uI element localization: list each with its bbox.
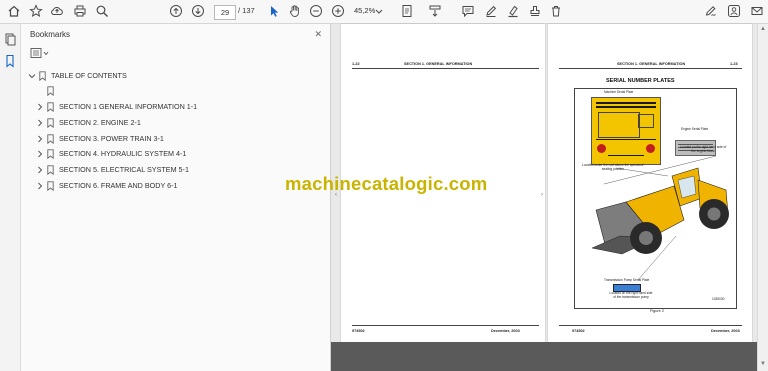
bookmark-icon: [39, 70, 46, 81]
zoom-out-icon[interactable]: [309, 4, 323, 18]
page-total-label: / 137: [238, 6, 255, 15]
chevron-right-icon[interactable]: [36, 135, 44, 143]
bookmark-icon: [47, 133, 54, 144]
vertical-scrollbar[interactable]: ▲ ▼: [757, 24, 768, 371]
scroll-up-icon[interactable]: ▲: [760, 26, 766, 32]
fit-page-icon[interactable]: [400, 4, 414, 18]
bookmark-item-section-6[interactable]: SECTION 6. FRAME AND BODY 6-1: [36, 179, 178, 192]
next-page-preview: [331, 342, 757, 371]
bookmark-item-section-5[interactable]: SECTION 5. ELECTRICAL SYSTEM 5-1: [36, 163, 189, 176]
delete-icon[interactable]: [549, 4, 563, 18]
bookmark-label: TABLE OF CONTENTS: [51, 71, 127, 80]
upload-icon[interactable]: [50, 4, 64, 18]
bookmark-icon: [47, 164, 54, 175]
bookmark-item-section-2[interactable]: SECTION 2. ENGINE 2-1: [36, 116, 141, 129]
scroll-down-icon[interactable]: ▼: [760, 361, 766, 367]
bookmark-item-section-3[interactable]: SECTION 3. POWER TRAIN 3-1: [36, 132, 164, 145]
bookmark-label: SECTION 3. POWER TRAIN 3-1: [59, 134, 164, 143]
comment-icon[interactable]: [461, 4, 475, 18]
page-thumbnails-icon[interactable]: [3, 32, 17, 46]
main-toolbar: 29 / 137 45,2%: [0, 0, 768, 24]
watermark-text: machinecatalogic.com: [285, 173, 488, 194]
zoom-level-select[interactable]: 45,2%: [354, 6, 375, 15]
bookmark-icon: [47, 101, 54, 112]
bookmark-options-icon[interactable]: [30, 46, 52, 58]
bookmark-label: SECTION 1 GENERAL INFORMATION 1-1: [59, 102, 198, 111]
chevron-down-icon[interactable]: [28, 72, 36, 80]
bookmark-item-blank[interactable]: [47, 84, 59, 97]
section-header: SECTION 1. GENERAL INFORMATION: [617, 62, 686, 66]
pump-plate-location-line-2: of the transmission pump: [613, 295, 649, 299]
bookmark-label: SECTION 2. ENGINE 2-1: [59, 118, 141, 127]
footer-date: December, 2003: [491, 329, 520, 333]
page-nav-arrow-icon[interactable]: ›: [541, 192, 543, 198]
chevron-right-icon[interactable]: [36, 182, 44, 190]
chevron-right-icon[interactable]: [36, 119, 44, 127]
engine-plate-label: Engine Serial Plate: [681, 127, 709, 131]
stamp-icon[interactable]: [528, 4, 542, 18]
machine-plate-label: Machine Serial Plate: [604, 90, 634, 94]
page-up-icon[interactable]: [169, 4, 183, 18]
hand-icon[interactable]: [288, 4, 302, 18]
bookmark-item-section-4[interactable]: SECTION 4. HYDRAULIC SYSTEM 4-1: [36, 147, 186, 160]
bookmarks-panel-icon[interactable]: [3, 54, 17, 68]
navigation-rail: [0, 24, 21, 371]
bookmark-icon: [47, 180, 54, 191]
footer-rule: [352, 325, 539, 326]
select-cursor-icon[interactable]: [267, 4, 281, 18]
page-title: SERIAL NUMBER PLATES: [606, 78, 675, 84]
bookmark-icon: [47, 85, 54, 96]
page-number: 1-22: [352, 62, 360, 66]
footer-doc-number: 974502: [572, 329, 585, 333]
wheel-loader-illustration: [591, 155, 729, 280]
footer-doc-number: 974502: [352, 329, 365, 333]
pen-icon[interactable]: [484, 4, 498, 18]
bookmark-label: SECTION 5. ELECTRICAL SYSTEM 5-1: [59, 165, 189, 174]
header-rule: [352, 68, 539, 69]
zoom-search-icon[interactable]: [95, 4, 109, 18]
account-icon[interactable]: [727, 4, 741, 18]
bookmark-item-toc[interactable]: TABLE OF CONTENTS: [28, 69, 127, 82]
chevron-right-icon[interactable]: [36, 166, 44, 174]
bookmark-item-section-1[interactable]: SECTION 1 GENERAL INFORMATION 1-1: [36, 100, 197, 113]
highlight-icon[interactable]: [506, 4, 520, 18]
figure-image-reference: 1035030: [712, 297, 725, 301]
close-icon[interactable]: ✕: [314, 29, 322, 40]
page-number-input[interactable]: 29: [214, 5, 236, 20]
scroll-mode-icon[interactable]: [428, 4, 442, 18]
chevron-right-icon[interactable]: [36, 103, 44, 111]
print-icon[interactable]: [73, 4, 87, 18]
footer-rule: [559, 325, 742, 326]
home-icon[interactable]: [7, 4, 21, 18]
section-header: SECTION 1. GENERAL INFORMATION: [404, 62, 473, 66]
bookmark-label: SECTION 4. HYDRAULIC SYSTEM 4-1: [59, 149, 187, 158]
footer-date: December, 2003: [711, 329, 740, 333]
pump-plate-label: Transmission Pump Serial Plate: [604, 278, 650, 282]
bookmarks-panel-title: Bookmarks: [30, 30, 71, 39]
figure-caption: Figure 2: [650, 309, 664, 313]
bookmark-icon: [47, 117, 54, 128]
chevron-right-icon[interactable]: [36, 150, 44, 158]
bookmark-icon: [47, 148, 54, 159]
sign-icon[interactable]: [704, 4, 718, 18]
page-down-icon[interactable]: [191, 4, 205, 18]
bookmark-label: SECTION 6. FRAME AND BODY 6-1: [59, 181, 178, 190]
star-icon[interactable]: [29, 4, 43, 18]
zoom-in-icon[interactable]: [331, 4, 345, 18]
page-number: 1-23: [730, 62, 738, 66]
mail-icon[interactable]: [750, 4, 764, 18]
header-rule: [559, 68, 742, 69]
chevron-down-icon[interactable]: [374, 4, 384, 18]
